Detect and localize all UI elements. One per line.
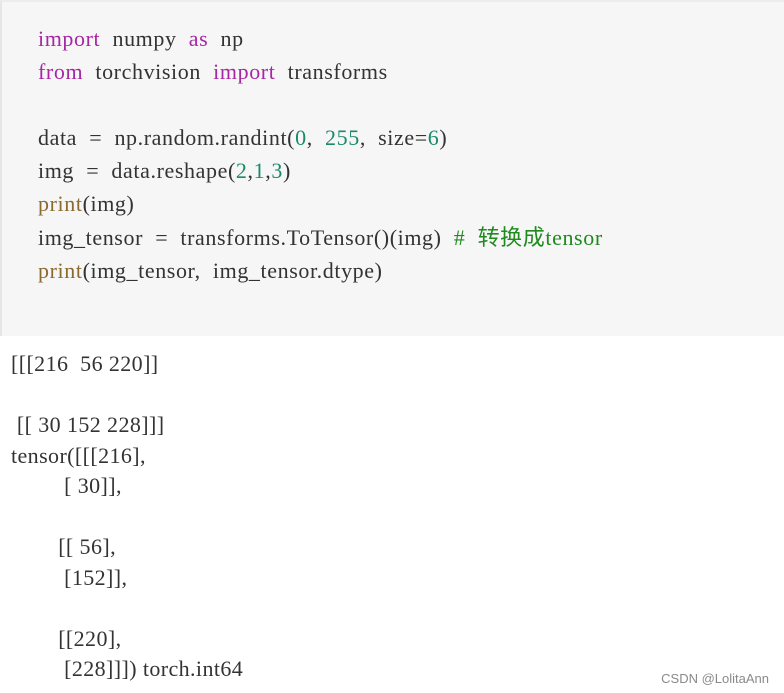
code-text: , size= [359,125,428,150]
output-line: [[ 30 152 228]]] [11,412,165,437]
code-text: numpy [100,26,189,51]
output-line: [228]]]) torch.int64 [11,656,244,681]
code-keyword: import [213,59,276,84]
code-line: print(img) [38,187,134,220]
output-line: [[ 56], [11,534,116,559]
code-line: data = np.random.randint(0, 255, size=6) [38,121,447,154]
code-text: data = np.random.randint( [38,125,296,150]
output-line: [[[216 56 220]] [11,351,159,376]
code-block: import numpy as np from torchvision impo… [0,0,784,336]
code-text: (img) [82,191,135,216]
code-number: 0 [295,125,307,150]
code-text: ) [439,125,448,150]
code-number: 6 [427,125,440,150]
code-number: 3 [271,158,283,183]
code-text: img_tensor = transforms.ToTensor()(img) [38,225,454,250]
output-line: [ 30]], [11,473,122,498]
code-text: np [208,26,244,51]
code-text: (img_tensor, img_tensor.dtype) [82,258,383,283]
output-line: tensor([[[216], [11,442,146,468]
code-line: import numpy as np [38,22,244,55]
watermark: CSDN @LolitaAnn [661,671,769,686]
code-line: from torchvision import transforms [38,55,388,88]
code-comment: # 转换成tensor [453,225,603,250]
code-text: transforms [275,59,388,84]
output-line: [152]], [11,564,128,590]
code-text: torchvision [83,59,214,84]
code-keyword: from [38,59,84,84]
code-text: , [306,125,326,150]
code-number: 255 [325,125,360,150]
code-text: img = data.reshape( [38,158,236,183]
code-line: print(img_tensor, img_tensor.dtype) [38,254,383,287]
code-line: img = data.reshape(2,1,3) [38,154,291,187]
code-line: img_tensor = transforms.ToTensor()(img) … [38,221,603,254]
code-keyword: as [188,26,209,51]
code-builtin: print [38,191,83,216]
code-number: 1 [253,158,266,183]
code-builtin: print [38,258,83,283]
code-text: ) [282,158,291,183]
code-keyword: import [38,26,101,51]
output-line: [[220], [11,625,122,651]
code-number: 2 [235,158,248,183]
console-output: [[[216 56 220]] [[ 30 152 228]]] tensor(… [11,349,243,685]
